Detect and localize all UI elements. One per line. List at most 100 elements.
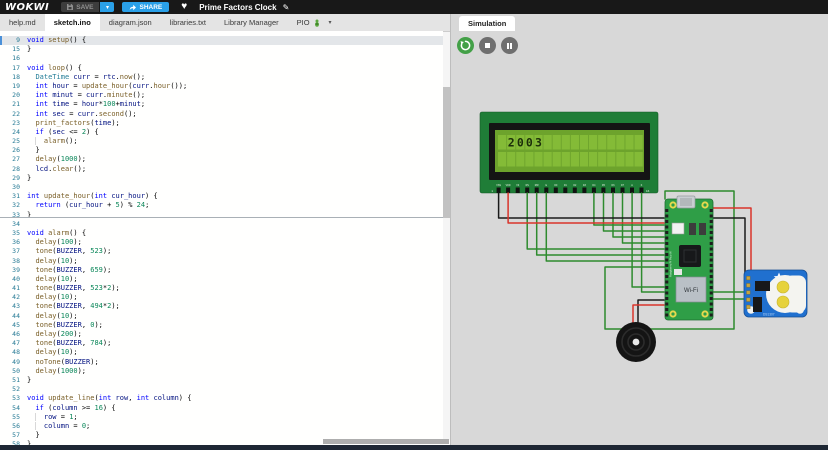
- pico-pin[interactable]: [710, 292, 713, 295]
- code-line-35[interactable]: 35void alarm() {: [0, 229, 443, 238]
- save-dropdown-button[interactable]: ▾: [100, 2, 114, 12]
- code-line-55[interactable]: 55 row = 1;: [0, 413, 443, 422]
- tab-sketch-ino[interactable]: sketch.ino: [45, 14, 100, 31]
- lcd-pin-V0[interactable]: [516, 188, 520, 194]
- code-line-37[interactable]: 37 tone(BUZZER, 523);: [0, 247, 443, 256]
- pico-pin[interactable]: [665, 226, 668, 229]
- code-line-46[interactable]: 46 delay(200);: [0, 330, 443, 339]
- code-line-41[interactable]: 41 tone(BUZZER, 523*2);: [0, 284, 443, 293]
- pico-pin[interactable]: [710, 209, 713, 212]
- pico-pin[interactable]: [710, 215, 713, 218]
- wokwi-logo[interactable]: WOKWI: [5, 2, 49, 13]
- code-line-28[interactable]: 28 lcd.clear();: [0, 165, 443, 174]
- lcd-pin-K[interactable]: [640, 188, 644, 194]
- code-line-25[interactable]: 25 alarm();: [0, 137, 443, 146]
- share-button[interactable]: SHARE: [122, 2, 169, 12]
- pico-pin[interactable]: [710, 281, 713, 284]
- code-line-9[interactable]: 9void setup() {: [0, 36, 443, 45]
- lcd-pin-RS[interactable]: [525, 188, 529, 194]
- pico-pin[interactable]: [665, 231, 668, 234]
- pico-pin[interactable]: [710, 226, 713, 229]
- code-line-42[interactable]: 42 delay(10);: [0, 293, 443, 302]
- code-editor[interactable]: 9void setup() {15}1617void loop() {18 Da…: [0, 31, 443, 445]
- pico-pin[interactable]: [665, 292, 668, 295]
- code-line-49[interactable]: 49 noTone(BUZZER);: [0, 358, 443, 367]
- code-line-43[interactable]: 43 tone(BUZZER, 494*2);: [0, 302, 443, 311]
- restart-simulation-button[interactable]: [457, 37, 474, 54]
- pico-pin[interactable]: [665, 220, 668, 223]
- code-line-34[interactable]: 34: [0, 220, 443, 229]
- lcd-pin-D5[interactable]: [601, 188, 605, 194]
- tab-dropdown-caret-icon[interactable]: ▾: [329, 19, 332, 26]
- lcd-pin-E[interactable]: [544, 188, 548, 194]
- code-line-47[interactable]: 47 tone(BUZZER, 784);: [0, 339, 443, 348]
- lcd-pin-VDD[interactable]: [506, 188, 510, 194]
- lcd-pin-D1[interactable]: [563, 188, 567, 194]
- lcd-pin-D6[interactable]: [611, 188, 615, 194]
- pico-pin[interactable]: [710, 264, 713, 267]
- pico-pin[interactable]: [710, 237, 713, 240]
- code-line-40[interactable]: 40 delay(10);: [0, 275, 443, 284]
- heart-icon[interactable]: ♥: [181, 2, 187, 12]
- code-line-36[interactable]: 36 delay(100);: [0, 238, 443, 247]
- code-line-33[interactable]: 33}: [0, 211, 443, 220]
- rtc-pad-GND[interactable]: [747, 276, 751, 280]
- pico-pin[interactable]: [665, 286, 668, 289]
- pico-pin[interactable]: [665, 308, 668, 311]
- rtc-pad-5V[interactable]: [747, 284, 751, 288]
- tab-libraries-txt[interactable]: libraries.txt: [161, 14, 215, 31]
- code-line-21[interactable]: 21 int time = hour*100+minut;: [0, 100, 443, 109]
- pico-pin[interactable]: [665, 281, 668, 284]
- pico-pin[interactable]: [710, 270, 713, 273]
- lcd-pin-RW[interactable]: [535, 188, 539, 194]
- code-line-29[interactable]: 29}: [0, 174, 443, 183]
- code-line-27[interactable]: 27 delay(1000);: [0, 155, 443, 164]
- code-line-54[interactable]: 54 if (column >= 16) {: [0, 404, 443, 413]
- code-line-45[interactable]: 45 tone(BUZZER, 0);: [0, 321, 443, 330]
- lcd-pin-D7[interactable]: [621, 188, 625, 194]
- code-line-22[interactable]: 22 int sec = curr.second();: [0, 110, 443, 119]
- lcd-pin-D4[interactable]: [592, 188, 596, 194]
- pico-pin[interactable]: [665, 215, 668, 218]
- code-line-32[interactable]: 32 return (cur_hour + 5) % 24;: [0, 201, 443, 210]
- pico-pin[interactable]: [710, 259, 713, 262]
- code-line-24[interactable]: 24 if (sec <= 2) {: [0, 128, 443, 137]
- pico-pin[interactable]: [665, 242, 668, 245]
- pico-pin[interactable]: [710, 297, 713, 300]
- pico-pin[interactable]: [710, 275, 713, 278]
- pico-pin[interactable]: [710, 220, 713, 223]
- code-line-50[interactable]: 50 delay(1000);: [0, 367, 443, 376]
- tab-diagram-json[interactable]: diagram.json: [100, 14, 161, 31]
- lcd-pin-D2[interactable]: [573, 188, 577, 194]
- code-line-53[interactable]: 53void update_line(int row, int column) …: [0, 394, 443, 403]
- code-line-19[interactable]: 19 int hour = update_hour(curr.hour());: [0, 82, 443, 91]
- rtc-ds1307-module[interactable]: DS1307: [744, 270, 807, 317]
- pico-pin[interactable]: [710, 308, 713, 311]
- lcd-pin-D0[interactable]: [554, 188, 558, 194]
- tab-library-manager[interactable]: Library Manager: [215, 14, 288, 31]
- stop-simulation-button[interactable]: [479, 37, 496, 54]
- pico-pin[interactable]: [710, 253, 713, 256]
- bootsel-button[interactable]: [672, 223, 684, 234]
- editor-splitter[interactable]: [0, 217, 443, 218]
- code-line-23[interactable]: 23 print_factors(time);: [0, 119, 443, 128]
- pico-w-board[interactable]: Wi-Fi Raspberry Pi Pico W: [665, 196, 713, 320]
- tab-pio[interactable]: PIO▾: [288, 14, 341, 31]
- pico-pin[interactable]: [710, 248, 713, 251]
- pico-pin[interactable]: [665, 237, 668, 240]
- pico-pin[interactable]: [710, 286, 713, 289]
- code-line-38[interactable]: 38 delay(10);: [0, 257, 443, 266]
- lcd-pin-VSS[interactable]: [497, 188, 501, 194]
- code-line-18[interactable]: 18 DateTime curr = rtc.now();: [0, 73, 443, 82]
- pico-pin[interactable]: [710, 242, 713, 245]
- tab-simulation[interactable]: Simulation: [459, 16, 515, 31]
- code-line-44[interactable]: 44 delay(10);: [0, 312, 443, 321]
- code-line-20[interactable]: 20 int minut = curr.minute();: [0, 91, 443, 100]
- editor-hscrollbar-thumb[interactable]: [323, 439, 449, 444]
- rtc-pad-SCL[interactable]: [747, 298, 751, 302]
- code-line-17[interactable]: 17void loop() {: [0, 64, 443, 73]
- pico-pin[interactable]: [665, 314, 668, 317]
- code-line-16[interactable]: 16: [0, 54, 443, 63]
- lcd1602-module[interactable]: 2003 VSSVDDV0RSRWED0D1D2D3D4D5D6D7AK 1 1…: [480, 112, 658, 193]
- rtc-pad-SDA[interactable]: [747, 291, 751, 295]
